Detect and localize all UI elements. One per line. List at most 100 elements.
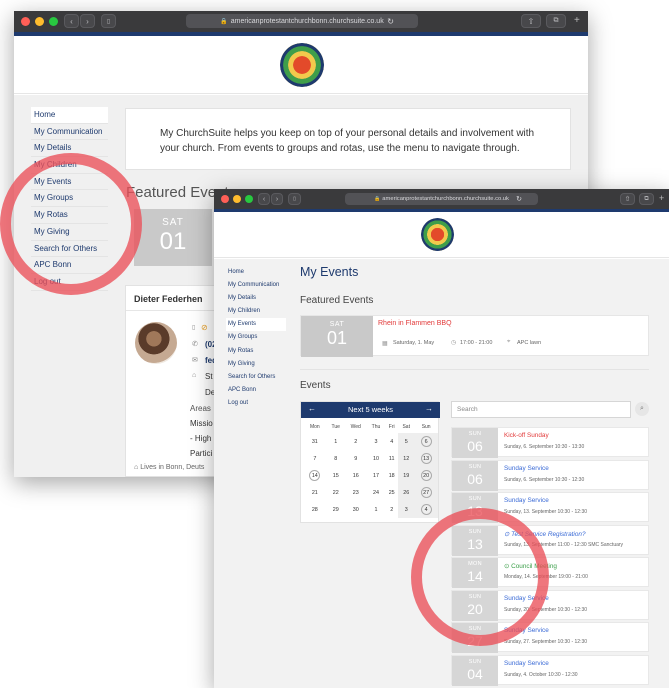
- calendar-day-event[interactable]: 20: [414, 467, 438, 484]
- address-bar[interactable]: 🔒 americanprotestantchurchbonn.churchsui…: [345, 193, 538, 205]
- participation-text: Partici: [190, 449, 213, 458]
- tabs-icon[interactable]: ⧉: [639, 193, 654, 205]
- avatar[interactable]: [135, 322, 177, 364]
- forward-arrow-icon[interactable]: ›: [271, 193, 283, 205]
- calendar-day[interactable]: 29: [327, 501, 345, 518]
- event-day-marker[interactable]: 13: [420, 453, 432, 464]
- calendar-day[interactable]: 23: [345, 484, 367, 501]
- nav-home[interactable]: Home: [226, 266, 286, 279]
- calendar-next-icon[interactable]: →: [425, 404, 433, 413]
- calendar-day[interactable]: 5: [398, 433, 415, 450]
- calendar-day-event[interactable]: 14: [303, 467, 327, 484]
- calendar-day[interactable]: 2: [385, 501, 398, 518]
- new-tab-icon[interactable]: +: [574, 15, 580, 26]
- reload-icon[interactable]: ↻: [387, 17, 394, 26]
- back-arrow-icon[interactable]: ‹: [64, 14, 79, 28]
- event-item[interactable]: SUN 04 Sunday Service Sunday, 4. October …: [451, 654, 649, 686]
- zoom-dot-icon[interactable]: [49, 17, 58, 26]
- back-arrow-icon[interactable]: ‹: [258, 193, 270, 205]
- church-logo[interactable]: [421, 218, 454, 251]
- event-title[interactable]: Kick-off Sunday: [504, 432, 549, 439]
- nav-my-details[interactable]: My Details: [226, 292, 286, 305]
- nav-my-events[interactable]: My Events: [226, 318, 286, 332]
- calendar-day[interactable]: 3: [398, 501, 415, 518]
- calendar-day[interactable]: 8: [327, 450, 345, 467]
- nav-my-rotas[interactable]: My Rotas: [226, 345, 286, 358]
- calendar-day[interactable]: 18: [385, 467, 398, 484]
- address-bar[interactable]: 🔒 americanprotestantchurchbonn.churchsui…: [186, 14, 418, 28]
- calendar-day[interactable]: 16: [345, 467, 367, 484]
- close-dot-icon[interactable]: [21, 17, 30, 26]
- weekday-sun: Sun: [421, 423, 431, 430]
- event-title[interactable]: Sunday Service: [504, 465, 549, 472]
- calendar-day[interactable]: 17: [367, 467, 386, 484]
- calendar-day[interactable]: 11: [385, 450, 398, 467]
- highlight-ring-events: [411, 508, 549, 646]
- event-title[interactable]: Sunday Service: [504, 660, 549, 667]
- calendar-day[interactable]: 9: [345, 450, 367, 467]
- sidebar-toggle-icon[interactable]: ▯: [101, 14, 116, 28]
- calendar-day[interactable]: 25: [385, 484, 398, 501]
- nav-log-out[interactable]: Log out: [226, 397, 286, 410]
- calendar-day[interactable]: 1: [327, 433, 345, 450]
- featured-date-tile: SAT 01: [134, 209, 212, 266]
- nav-my-giving[interactable]: My Giving: [226, 358, 286, 371]
- event-item[interactable]: SUN 06 Kick-off Sunday Sunday, 6. Septemb…: [451, 427, 649, 458]
- calendar-day-event[interactable]: 27: [414, 484, 438, 501]
- calendar-day[interactable]: 19: [398, 467, 415, 484]
- calendar-day-event[interactable]: 4: [414, 501, 438, 518]
- new-tab-icon[interactable]: +: [659, 193, 664, 203]
- nav-my-children[interactable]: My Children: [226, 305, 286, 318]
- calendar-day[interactable]: 4: [385, 433, 398, 450]
- calendar-day[interactable]: 31: [303, 433, 327, 450]
- nav-my-groups[interactable]: My Groups: [226, 331, 286, 344]
- calendar-day[interactable]: 21: [303, 484, 327, 501]
- zoom-dot-icon[interactable]: [245, 195, 253, 203]
- forward-arrow-icon[interactable]: ›: [80, 14, 95, 28]
- minimize-dot-icon[interactable]: [35, 17, 44, 26]
- nav-home[interactable]: Home: [31, 107, 108, 124]
- calendar-day[interactable]: 28: [303, 501, 327, 518]
- calendar-day[interactable]: 30: [345, 501, 367, 518]
- calendar-week: 7 8 9 10 11 12 13: [303, 450, 438, 467]
- reload-icon[interactable]: ↻: [516, 195, 522, 203]
- featured-title[interactable]: Rhein in Flammen BBQ: [378, 320, 452, 327]
- event-day-marker[interactable]: 14: [309, 470, 321, 481]
- event-title[interactable]: Sunday Service: [504, 497, 549, 504]
- featured-event-card[interactable]: SAT 01 Rhein in Flammen BBQ ▦ Saturday, …: [300, 315, 649, 357]
- calendar-day[interactable]: 2: [345, 433, 367, 450]
- event-day-marker[interactable]: 27: [420, 487, 432, 498]
- minimize-dot-icon[interactable]: [233, 195, 241, 203]
- calendar-day-event[interactable]: 13: [414, 450, 438, 467]
- share-icon[interactable]: ⇧: [620, 193, 635, 205]
- search-input[interactable]: Search: [451, 401, 631, 418]
- calendar-day[interactable]: 10: [367, 450, 386, 467]
- calendar-day[interactable]: 1: [367, 501, 386, 518]
- nav-apc-bonn[interactable]: APC Bonn: [226, 384, 286, 397]
- calendar-day[interactable]: 24: [367, 484, 386, 501]
- search-icon[interactable]: ⌕: [635, 402, 649, 416]
- calendar-day-event[interactable]: 6: [414, 433, 438, 450]
- welcome-text: My ChurchSuite helps you keep on top of …: [160, 128, 535, 154]
- lock-icon: 🔒: [374, 196, 381, 202]
- calendar-day[interactable]: 7: [303, 450, 327, 467]
- featured-time: 17:00 - 21:00: [460, 340, 493, 346]
- event-day-marker[interactable]: 20: [420, 470, 432, 481]
- sidebar-nav: Home My Communication My Details My Chil…: [226, 266, 286, 410]
- calendar-day[interactable]: 12: [398, 450, 415, 467]
- nav-my-communication[interactable]: My Communication: [31, 124, 108, 141]
- calendar-day[interactable]: 3: [367, 433, 386, 450]
- nav-my-communication[interactable]: My Communication: [226, 279, 286, 292]
- sidebar-toggle-icon[interactable]: ▯: [288, 193, 301, 205]
- close-dot-icon[interactable]: [221, 195, 229, 203]
- event-day-marker[interactable]: 4: [420, 504, 432, 515]
- nav-search-for-others[interactable]: Search for Others: [226, 371, 286, 384]
- event-day-marker[interactable]: 6: [420, 436, 432, 447]
- calendar-day[interactable]: 26: [398, 484, 415, 501]
- tabs-icon[interactable]: ⧉: [546, 14, 566, 28]
- calendar-day[interactable]: 22: [327, 484, 345, 501]
- event-item[interactable]: SUN 06 Sunday Service Sunday, 6. Septembe…: [451, 459, 649, 491]
- calendar-day[interactable]: 15: [327, 467, 345, 484]
- share-icon[interactable]: ⇧: [521, 14, 541, 28]
- church-logo[interactable]: [280, 43, 324, 87]
